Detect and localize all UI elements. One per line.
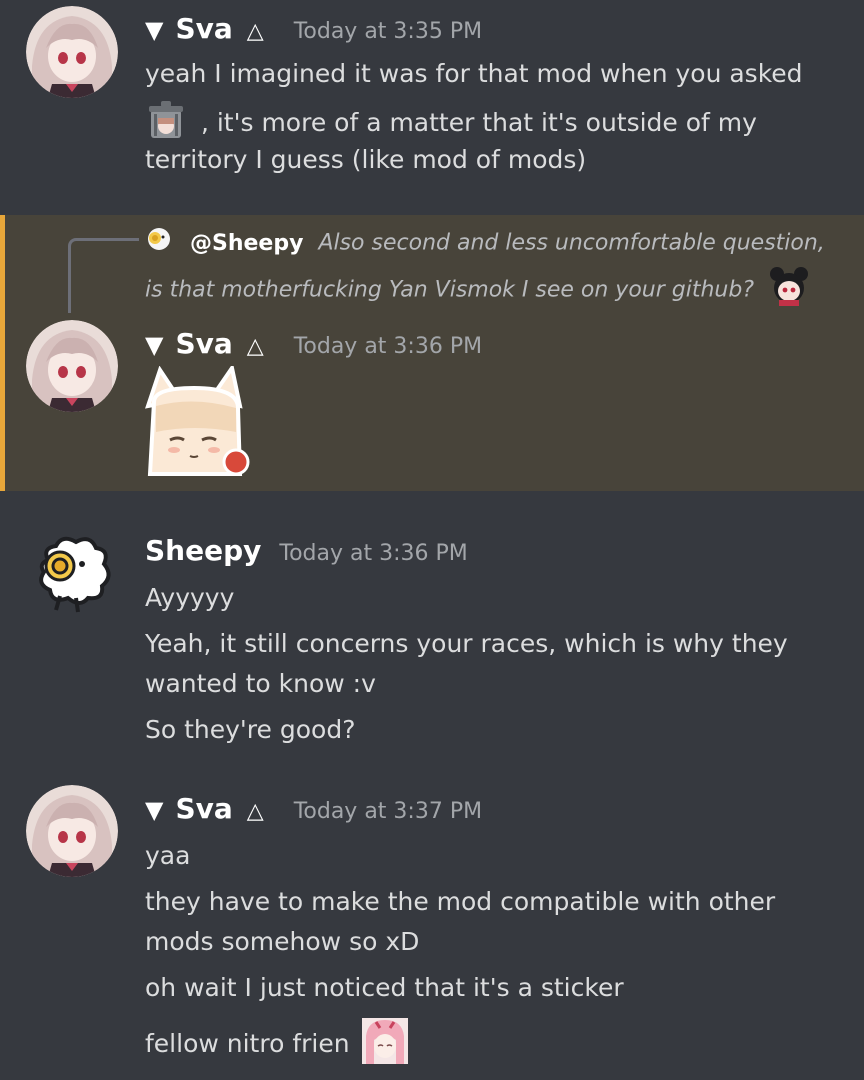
- message-text: fellow nitro frien: [145, 1018, 408, 1072]
- message-text: mods somehow so xD: [145, 927, 420, 956]
- message-text: territory I guess (like mod of mods): [145, 145, 587, 174]
- reply-preview-continued[interactable]: is that motherfucking Yan Vismok I see o…: [145, 266, 811, 315]
- message-header: Sheepy Today at 3:36 PM: [145, 534, 468, 574]
- sheepy-avatar[interactable]: [26, 530, 118, 622]
- message-header: ▼ Sva △ Today at 3:36 PM: [145, 327, 482, 367]
- message-header: ▼ Sva △ Today at 3:35 PM: [145, 12, 482, 52]
- delta-icon: △: [246, 19, 264, 44]
- message-text: they have to make the mod compatible wit…: [145, 887, 776, 916]
- sva-avatar[interactable]: [26, 320, 118, 412]
- mention-highlight-bar: [0, 215, 5, 491]
- username-sva[interactable]: Sva: [175, 792, 232, 825]
- sva-avatar[interactable]: [26, 6, 118, 98]
- reply-spine: [68, 238, 139, 313]
- message-text: yeah I imagined it was for that mod when…: [145, 59, 803, 88]
- sva-avatar[interactable]: [26, 785, 118, 877]
- chat-log: ▼ Sva △ Today at 3:35 PM yeah I imagined…: [0, 0, 864, 1080]
- anime-girl-avatar-icon: [26, 785, 118, 877]
- reply-text: Also second and less uncomfortable quest…: [318, 230, 825, 256]
- garbage-can-emoji-icon[interactable]: [145, 100, 187, 148]
- reply-mention[interactable]: @Sheepy: [190, 231, 303, 256]
- anime-girl-avatar-icon: [26, 320, 118, 412]
- fox-girl-sticker-icon: [145, 363, 250, 476]
- delta-icon: △: [246, 334, 264, 359]
- message-text: Yeah, it still concerns your races, whic…: [145, 629, 788, 658]
- message-text: , it's more of a matter that it's outsid…: [145, 100, 757, 148]
- timestamp[interactable]: Today at 3:36 PM: [294, 334, 482, 359]
- pink-haired-girl-emoji-icon[interactable]: [361, 1018, 408, 1072]
- fox-girl-sticker[interactable]: [140, 363, 256, 478]
- reply-preview[interactable]: @Sheepy Also second and less uncomfortab…: [145, 226, 825, 261]
- message-header: ▼ Sva △ Today at 3:37 PM: [145, 792, 482, 832]
- timestamp[interactable]: Today at 3:35 PM: [294, 19, 482, 44]
- triangle-icon: ▼: [145, 16, 164, 44]
- triangle-icon: ▼: [145, 796, 164, 824]
- message-text: Ayyyyy: [145, 583, 235, 612]
- delta-icon: △: [246, 799, 264, 824]
- sheep-icon: [145, 226, 173, 261]
- anime-girl-avatar-icon: [26, 6, 118, 98]
- message-text: oh wait I just noticed that it's a stick…: [145, 973, 624, 1002]
- message-text-continued: , it's more of a matter that it's outsid…: [200, 108, 757, 137]
- timestamp[interactable]: Today at 3:37 PM: [294, 799, 482, 824]
- message-text: wanted to know :v: [145, 669, 376, 698]
- message-text: So they're good?: [145, 715, 356, 744]
- sheep-avatar-icon: [39, 536, 111, 613]
- triangle-icon: ▼: [145, 331, 164, 359]
- timestamp[interactable]: Today at 3:36 PM: [279, 541, 467, 566]
- message-text-start: fellow nitro frien: [145, 1029, 350, 1058]
- reply-text: is that motherfucking Yan Vismok I see o…: [145, 277, 754, 303]
- message-text: yaa: [145, 841, 191, 870]
- username-sva[interactable]: Sva: [175, 12, 232, 45]
- anime-girl-emoji-icon: [767, 266, 811, 315]
- username-sva[interactable]: Sva: [175, 327, 232, 360]
- username-sheepy[interactable]: Sheepy: [145, 534, 261, 567]
